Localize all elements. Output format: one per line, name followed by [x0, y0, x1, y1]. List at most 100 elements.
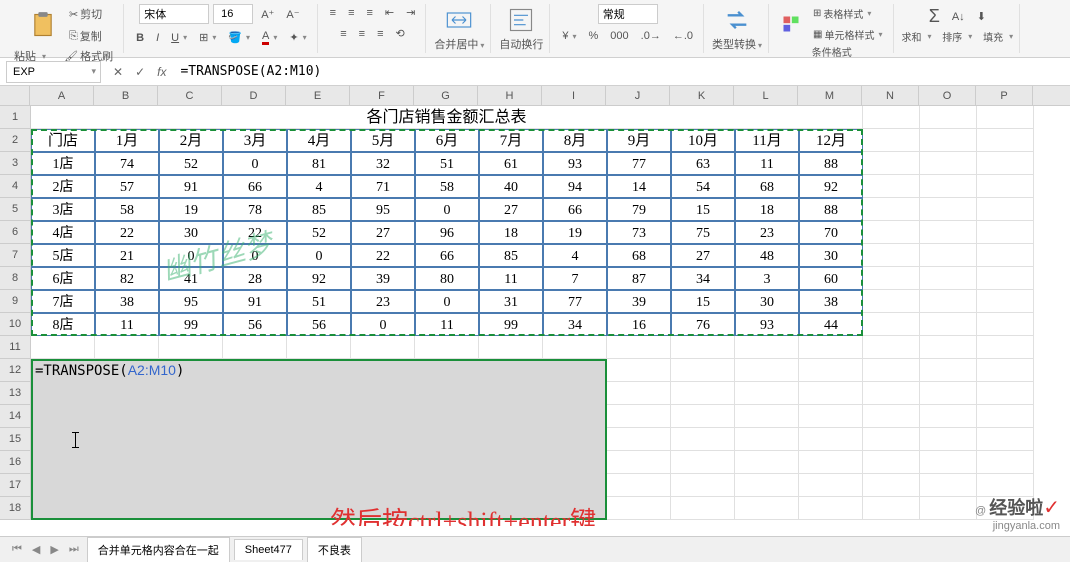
header-cell[interactable]: 8月 — [543, 129, 607, 152]
data-cell[interactable]: 88 — [799, 198, 863, 221]
col-header-L[interactable]: L — [734, 86, 798, 105]
row-header-10[interactable]: 10 — [0, 313, 30, 336]
data-cell[interactable]: 7 — [543, 267, 607, 290]
data-cell[interactable]: 5店 — [31, 244, 95, 267]
row-header-16[interactable]: 16 — [0, 451, 30, 474]
table-style-button[interactable]: ⊞表格样式▾ — [809, 4, 886, 23]
cells-grid[interactable]: 各门店销售金额汇总表门店1月2月3月4月5月6月7月8月9月10月11月12月1… — [31, 106, 1034, 520]
col-header-G[interactable]: G — [414, 86, 478, 105]
align-center-button[interactable]: ≡ — [355, 26, 369, 42]
data-cell[interactable]: 0 — [159, 244, 223, 267]
cell[interactable] — [607, 336, 671, 359]
cell[interactable] — [920, 405, 977, 428]
data-cell[interactable]: 95 — [351, 198, 415, 221]
col-header-F[interactable]: F — [350, 86, 414, 105]
cell[interactable] — [977, 198, 1034, 221]
data-cell[interactable]: 28 — [223, 267, 287, 290]
cell[interactable] — [735, 382, 799, 405]
fill-color-button[interactable]: 🪣▾ — [224, 29, 254, 46]
data-cell[interactable]: 95 — [159, 290, 223, 313]
row-header-1[interactable]: 1 — [0, 106, 30, 129]
cell[interactable] — [607, 451, 671, 474]
cell[interactable] — [799, 382, 863, 405]
cell[interactable] — [863, 198, 920, 221]
col-header-M[interactable]: M — [798, 86, 862, 105]
cell[interactable] — [799, 474, 863, 497]
cell[interactable] — [799, 336, 863, 359]
row-header-4[interactable]: 4 — [0, 175, 30, 198]
confirm-formula-button[interactable]: ✓ — [129, 65, 151, 79]
data-cell[interactable]: 15 — [671, 290, 735, 313]
tab-first-button[interactable]: ⏮ — [8, 543, 26, 556]
col-header-P[interactable]: P — [976, 86, 1033, 105]
data-cell[interactable]: 87 — [607, 267, 671, 290]
col-header-I[interactable]: I — [542, 86, 606, 105]
type-convert-button[interactable] — [719, 4, 755, 36]
data-cell[interactable]: 54 — [671, 175, 735, 198]
decrease-font-button[interactable]: A⁻ — [282, 6, 303, 23]
data-cell[interactable]: 39 — [607, 290, 671, 313]
col-header-O[interactable]: O — [919, 86, 976, 105]
data-cell[interactable]: 56 — [287, 313, 351, 336]
data-cell[interactable]: 21 — [95, 244, 159, 267]
data-cell[interactable]: 23 — [351, 290, 415, 313]
cell[interactable] — [223, 336, 287, 359]
data-cell[interactable]: 27 — [479, 198, 543, 221]
merge-center-button[interactable] — [441, 4, 477, 36]
data-cell[interactable]: 85 — [287, 198, 351, 221]
cell[interactable] — [977, 152, 1034, 175]
data-cell[interactable]: 27 — [351, 221, 415, 244]
header-cell[interactable]: 门店 — [31, 129, 95, 152]
data-cell[interactable]: 30 — [799, 244, 863, 267]
data-cell[interactable]: 96 — [415, 221, 479, 244]
cell[interactable] — [863, 474, 920, 497]
number-format-select[interactable] — [598, 4, 658, 24]
data-cell[interactable]: 30 — [159, 221, 223, 244]
cell[interactable] — [863, 336, 920, 359]
increase-decimal-button[interactable]: .0→ — [637, 28, 665, 44]
header-cell[interactable]: 12月 — [799, 129, 863, 152]
cell[interactable] — [920, 474, 977, 497]
cell[interactable] — [799, 359, 863, 382]
data-cell[interactable]: 51 — [415, 152, 479, 175]
cell[interactable] — [671, 336, 735, 359]
cancel-formula-button[interactable]: ✕ — [107, 65, 129, 79]
data-cell[interactable]: 74 — [95, 152, 159, 175]
data-cell[interactable]: 3 — [735, 267, 799, 290]
comma-button[interactable]: 000 — [606, 28, 632, 44]
select-all-corner[interactable] — [0, 86, 30, 105]
underline-button[interactable]: U▾ — [167, 30, 191, 46]
cell[interactable] — [863, 382, 920, 405]
cell[interactable] — [671, 451, 735, 474]
cell[interactable] — [977, 336, 1034, 359]
sheet-tab-1[interactable]: 合并单元格内容合在一起 — [87, 537, 230, 562]
data-cell[interactable]: 0 — [223, 152, 287, 175]
data-cell[interactable]: 19 — [159, 198, 223, 221]
data-cell[interactable]: 4 — [287, 175, 351, 198]
cell[interactable] — [863, 221, 920, 244]
data-cell[interactable]: 14 — [607, 175, 671, 198]
data-cell[interactable]: 51 — [287, 290, 351, 313]
cell[interactable] — [863, 152, 920, 175]
cell[interactable] — [543, 336, 607, 359]
sum-button[interactable]: Σ — [925, 4, 944, 29]
cell[interactable] — [977, 359, 1034, 382]
cell[interactable] — [920, 267, 977, 290]
cell[interactable] — [799, 405, 863, 428]
data-cell[interactable]: 60 — [799, 267, 863, 290]
cell[interactable] — [920, 221, 977, 244]
cell[interactable] — [607, 428, 671, 451]
col-header-C[interactable]: C — [158, 86, 222, 105]
font-color-button[interactable]: A▾ — [258, 28, 281, 47]
cell[interactable] — [671, 474, 735, 497]
wrap-text-button[interactable] — [503, 4, 539, 36]
cell[interactable] — [351, 336, 415, 359]
col-header-D[interactable]: D — [222, 86, 286, 105]
font-name-select[interactable] — [139, 4, 209, 24]
data-cell[interactable]: 82 — [95, 267, 159, 290]
indent-right-button[interactable]: ⇥ — [402, 4, 419, 21]
fx-button[interactable]: fx — [151, 65, 172, 79]
data-cell[interactable]: 88 — [799, 152, 863, 175]
cell[interactable] — [977, 290, 1034, 313]
data-cell[interactable]: 0 — [223, 244, 287, 267]
